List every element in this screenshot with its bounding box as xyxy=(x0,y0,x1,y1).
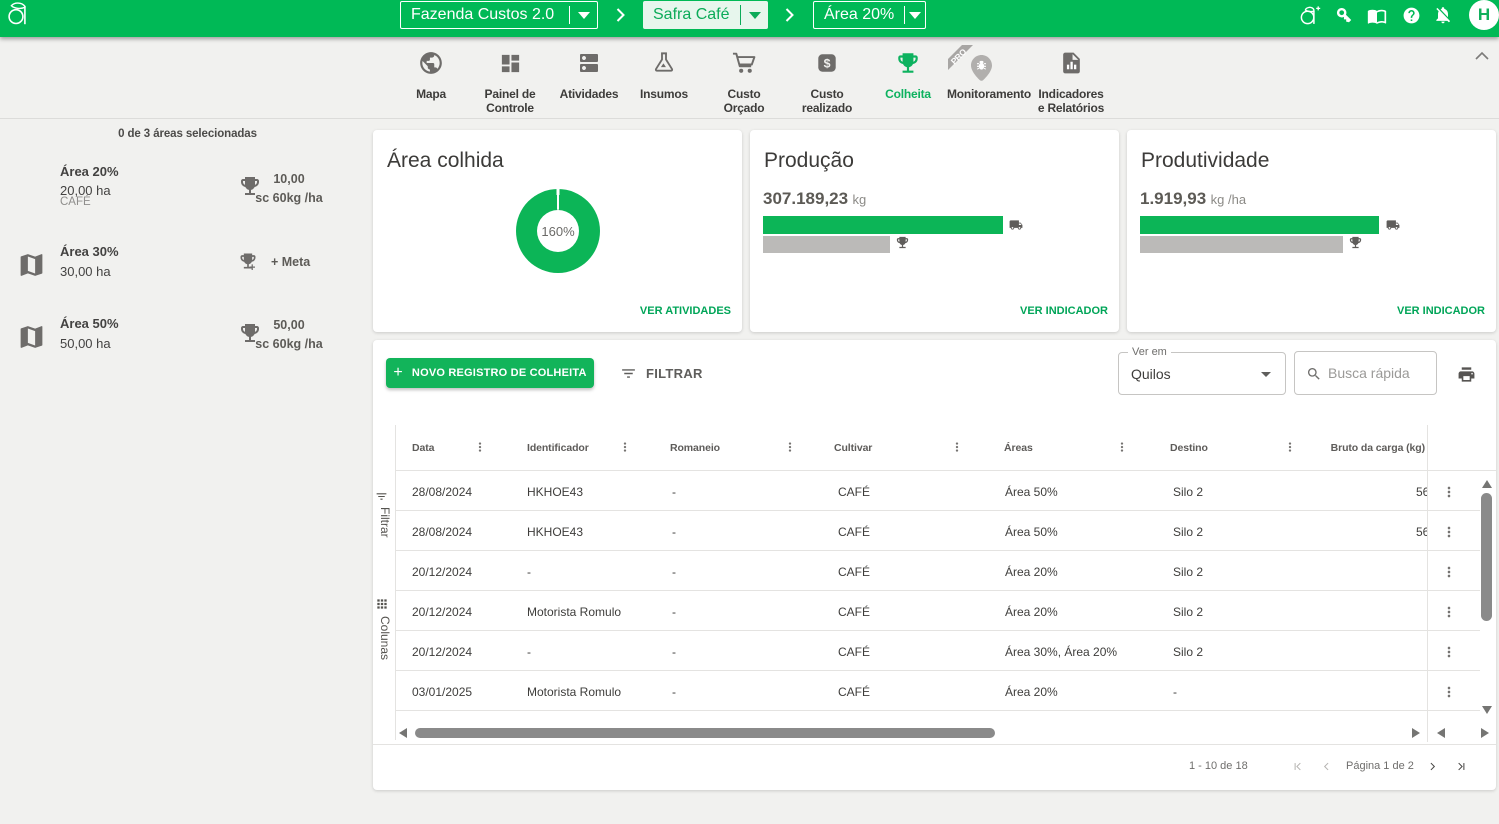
svg-text:$: $ xyxy=(824,57,831,71)
